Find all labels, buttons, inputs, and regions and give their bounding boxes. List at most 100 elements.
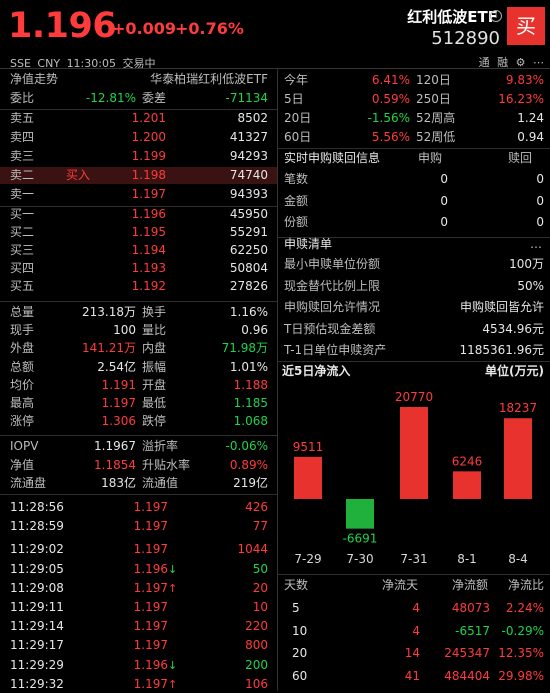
nav-row[interactable]: IOPV 1.1967 溢折率 -0.06%: [0, 438, 277, 455]
flow-table-row[interactable]: 20 14 245347 12.35%: [278, 645, 550, 662]
left-panel: 净值走势 华泰柏瑞红利低波ETF 委比 -12.81% 委差 -71134 卖五 1.201 8…: [0, 69, 277, 691]
realtime-header[interactable]: 实时申购赎回信息 申购 赎回: [278, 150, 550, 167]
nav-label: 流通盘: [10, 476, 47, 490]
flow-table-header[interactable]: 天数 净流天 净流额 净流比: [278, 577, 550, 594]
list-row[interactable]: 申购赎回允许情况 申购赎回皆允许: [278, 299, 550, 316]
days-cell: 20: [292, 646, 308, 660]
stat-value: 0.96: [241, 323, 268, 338]
realtime-label: 金额: [284, 193, 309, 208]
tick-price: 1.197: [133, 519, 168, 534]
inflow-bar[interactable]: [453, 471, 481, 499]
return-row[interactable]: 5日 0.59% 250日 16.23%: [278, 91, 550, 108]
inflow-bar[interactable]: [504, 418, 532, 499]
bid-price: 1.196: [131, 207, 166, 221]
period-return: -1.56%: [367, 111, 410, 125]
stat-row[interactable]: 涨停 1.306 跌停 1.068: [0, 413, 277, 430]
stat-row[interactable]: 总量 213.18万 换手 1.16%: [0, 304, 277, 321]
tick-row[interactable]: 11:29:05 1.196 ↓ 50: [0, 561, 277, 578]
flow-amount-cell: 245347: [444, 646, 490, 660]
tick-row[interactable]: 11:29:17 1.197 800: [0, 637, 277, 654]
period-label: 今年: [284, 73, 309, 87]
ask-label: 卖二: [10, 168, 35, 182]
tick-time: 11:28:56: [10, 500, 64, 514]
tick-price: 1.196: [133, 657, 168, 672]
realtime-row[interactable]: 金额 0 0: [278, 193, 550, 210]
buy-button[interactable]: 买: [507, 7, 545, 45]
return-row[interactable]: 今年 6.41% 120日 9.83%: [278, 72, 550, 89]
inflow-bar[interactable]: [294, 456, 322, 499]
realtime-row[interactable]: 笔数 0 0: [278, 171, 550, 188]
realtime-label: 份额: [284, 215, 309, 229]
stat-row[interactable]: 总额 2.54亿 振幅 1.01%: [0, 359, 277, 376]
realtime-row[interactable]: 份额 0 0: [278, 214, 550, 231]
bid-row[interactable]: 买三 1.194 62250: [0, 242, 277, 259]
tick-time: 11:29:29: [10, 657, 64, 672]
tick-row[interactable]: 11:29:11 1.197 10: [0, 599, 277, 616]
nav-label: 流通值: [142, 476, 179, 490]
info-icon[interactable]: !: [490, 10, 502, 22]
ask-row[interactable]: 卖二 买入 1.198 74740: [0, 167, 277, 184]
list-row[interactable]: 现金替代比例上限 50%: [278, 278, 550, 295]
ask-row[interactable]: 卖五 1.201 8502: [0, 110, 277, 127]
stat-value: 1.306: [101, 414, 136, 429]
list-value: 50%: [517, 278, 544, 293]
stat-label: 外盘: [10, 341, 35, 356]
inflow-bar[interactable]: [400, 407, 428, 499]
period-return: 0.59%: [371, 92, 410, 106]
nav-trend-header[interactable]: 净值走势 华泰柏瑞红利低波ETF: [0, 71, 277, 88]
flow-ratio-cell: 2.24%: [505, 601, 544, 615]
flow-days-cell: 4: [412, 623, 420, 638]
bid-row[interactable]: 买四 1.193 50804: [0, 260, 277, 277]
ask-row[interactable]: 卖四 1.200 41327: [0, 129, 277, 146]
order-ratio-row[interactable]: 委比 -12.81% 委差 -71134: [0, 90, 277, 107]
period-return: 0.94: [517, 130, 544, 144]
bid-label: 买五: [10, 279, 35, 293]
tick-volume: 10: [252, 600, 268, 614]
ask-volume: 8502: [237, 111, 268, 125]
subscribe-col: 申购: [418, 151, 443, 165]
tick-price: 1.197: [133, 542, 168, 557]
stat-row[interactable]: 最高 1.197 最低 1.185: [0, 395, 277, 412]
bid-row[interactable]: 买二 1.195 55291: [0, 224, 277, 241]
flow-table-header-cell: 净流额: [451, 578, 488, 592]
list-row[interactable]: 最小申赎单位份额 100万: [278, 256, 550, 273]
tick-row[interactable]: 11:29:02 1.197 1044: [0, 541, 277, 558]
bid-row[interactable]: 买一 1.196 45950: [0, 206, 277, 223]
ask-row[interactable]: 卖一 1.197 94393: [0, 186, 277, 203]
return-row[interactable]: 20日 -1.56% 52周高 1.24: [278, 110, 550, 127]
ask-price: 1.197: [131, 187, 166, 201]
tick-row[interactable]: 11:28:56 1.197 426: [0, 499, 277, 516]
ask-label: 卖三: [10, 149, 35, 163]
ratio-label: 委比: [10, 91, 35, 105]
list-header[interactable]: 申赎清单…: [278, 236, 550, 253]
ask-row[interactable]: 卖三 1.199 94293: [0, 148, 277, 165]
nav-label: 溢折率: [142, 439, 179, 453]
nav-row[interactable]: 净值 1.1854 升贴水率 0.89%: [0, 457, 277, 474]
list-row[interactable]: T日预估现金差额 4534.96元: [278, 321, 550, 338]
bid-row[interactable]: 买五 1.192 27826: [0, 278, 277, 295]
flow-table-row[interactable]: 60 41 484404 29.98%: [278, 668, 550, 685]
stat-row[interactable]: 外盘 141.21万 内盘 71.98万: [0, 340, 277, 357]
ask-label: 卖一: [10, 187, 35, 201]
nav-row[interactable]: 流通盘 183亿 流通值 219亿: [0, 475, 277, 492]
tick-row[interactable]: 11:29:14 1.197 220: [0, 618, 277, 635]
bid-price: 1.192: [131, 279, 166, 293]
tick-volume: 106: [245, 676, 268, 691]
stat-row[interactable]: 现手 100 量比 0.96: [0, 322, 277, 339]
flow-days-cell: 4: [412, 601, 420, 615]
tick-row[interactable]: 11:29:29 1.196 ↓ 200: [0, 657, 277, 674]
tick-time: 11:29:11: [10, 600, 64, 614]
ask-volume: 94393: [229, 187, 268, 201]
date-tick-label: 7-30: [346, 552, 373, 566]
inflow-value-label: 20770: [395, 390, 433, 404]
tick-direction-icon: ↑: [168, 581, 178, 595]
flow-table-row[interactable]: 5 4 48073 2.24%: [278, 600, 550, 617]
tick-row[interactable]: 11:29:08 1.197 ↑ 20: [0, 580, 277, 597]
tick-row[interactable]: 11:29:32 1.197 ↑ 106: [0, 676, 277, 693]
inflow-bar[interactable]: [346, 499, 374, 529]
flow-table-row[interactable]: 10 4 -6517 -0.29%: [278, 623, 550, 640]
list-row[interactable]: T-1日单位申赎资产 1185361.96元: [278, 342, 550, 359]
stat-row[interactable]: 均价 1.191 开盘 1.188: [0, 377, 277, 394]
tick-row[interactable]: 11:28:59 1.197 77: [0, 518, 277, 535]
return-row[interactable]: 60日 5.56% 52周低 0.94: [278, 129, 550, 146]
